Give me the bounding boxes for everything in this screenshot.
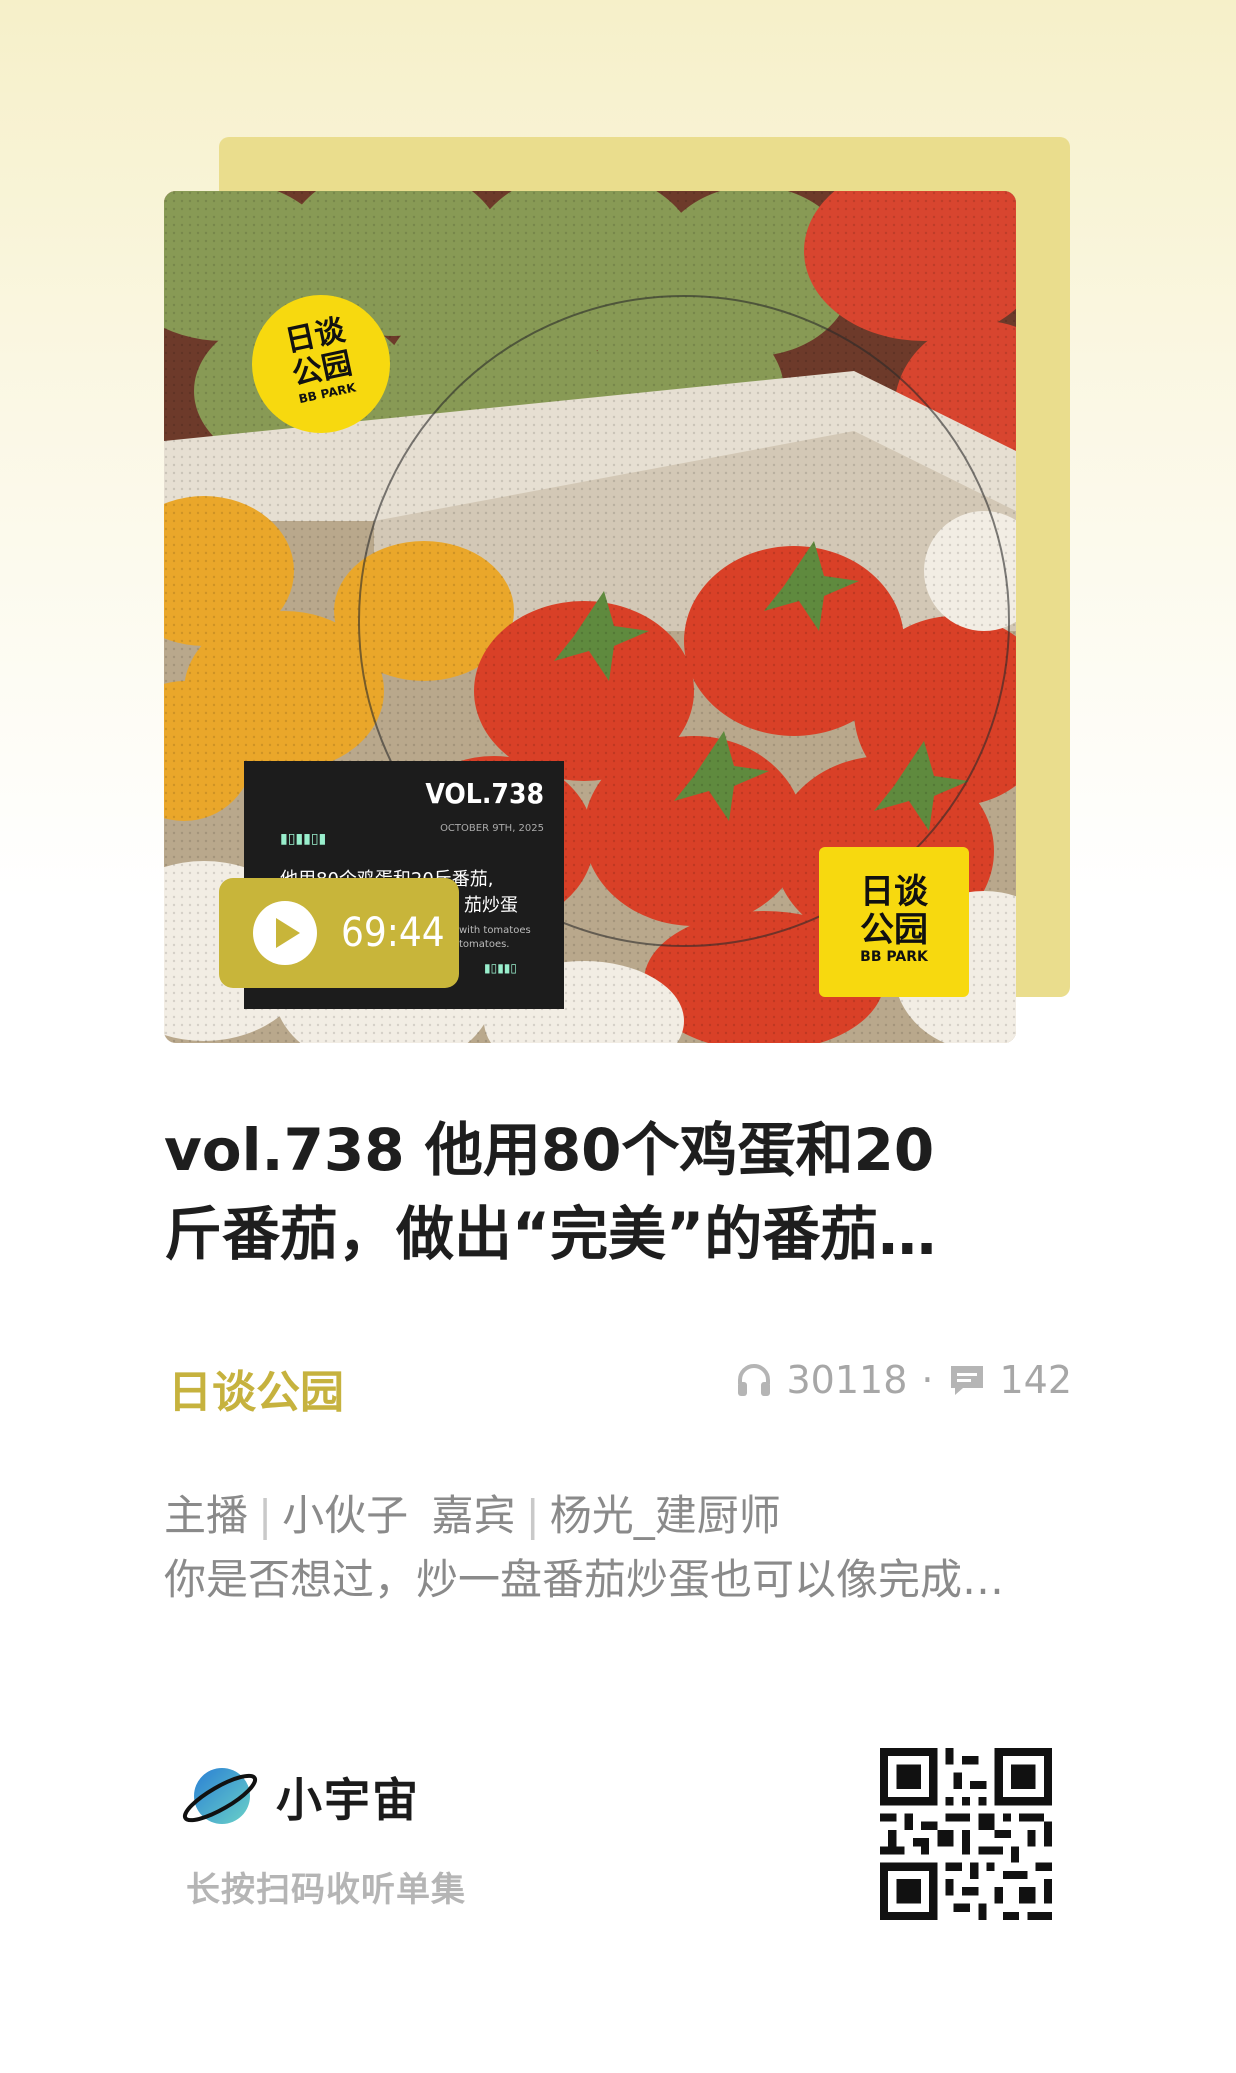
comment-count: 142 <box>999 1358 1072 1402</box>
headphones-icon <box>738 1364 771 1396</box>
card-wave-icon-2: ▮▯▮▮▯ <box>484 961 518 975</box>
credits-divider-2: | <box>525 1491 540 1540</box>
planet-icon <box>182 1768 258 1824</box>
episode-duration: 69:44 <box>341 910 445 956</box>
play-count: 30118 <box>786 1358 908 1402</box>
qr-code[interactable] <box>880 1748 1052 1920</box>
badge-bottom-line2: 公园 <box>860 910 928 950</box>
episode-description: 你是否想过，炒一盘番茄炒蛋也可以像完成… <box>164 1555 1005 1604</box>
episode-meta: 主播 | 小伙子 嘉宾 | 杨光_建厨师 你是否想过，炒一盘番茄炒蛋也可以像完成… <box>164 1484 1074 1612</box>
episode-title-line1: vol.738 他用80个鸡蛋和20 <box>164 1116 935 1184</box>
play-button[interactable]: 69:44 <box>219 878 459 988</box>
app-name: 小宇宙 <box>276 1773 420 1827</box>
comment-icon <box>951 1366 984 1395</box>
channel-name[interactable]: 日谈公园 <box>168 1356 344 1420</box>
card-date: OCTOBER 9TH, 2025 <box>440 823 544 834</box>
credits-line: 主播 | 小伙子 嘉宾 | 杨光_建厨师 <box>164 1484 1074 1548</box>
episode-stats: 30118 · 142 <box>734 1358 1072 1402</box>
badge-bottom-sub: BB PARK <box>860 949 928 965</box>
stats-dot: · <box>921 1358 934 1402</box>
guest-label: 嘉宾 <box>431 1491 516 1540</box>
episode-title: vol.738 他用80个鸡蛋和20 斤番茄，做出“完美”的番茄… <box>164 1108 1074 1276</box>
scan-hint: 长按扫码收听单集 <box>186 1870 466 1910</box>
card-vol: VOL.738 <box>425 777 544 810</box>
host-label: 主播 <box>164 1491 249 1540</box>
podcast-badge-bottom: 日谈 公园 BB PARK <box>819 847 969 997</box>
card-english-1: with tomatoes <box>459 925 531 936</box>
episode-title-line2: 斤番茄，做出“完美”的番茄… <box>164 1200 937 1268</box>
card-headline-2: 茄炒蛋 <box>464 895 518 916</box>
card-english-2: tomatoes. <box>459 939 510 950</box>
card-wave-icon: ▮▯▮▮▯▮ <box>280 831 327 847</box>
credits-divider: | <box>258 1491 273 1540</box>
host-name: 小伙子 <box>282 1491 409 1540</box>
app-logo: 小宇宙 <box>178 1762 420 1832</box>
guest-name: 杨光_建厨师 <box>549 1491 781 1540</box>
play-icon <box>253 901 317 965</box>
badge-bottom-line1: 日谈 <box>860 872 928 912</box>
